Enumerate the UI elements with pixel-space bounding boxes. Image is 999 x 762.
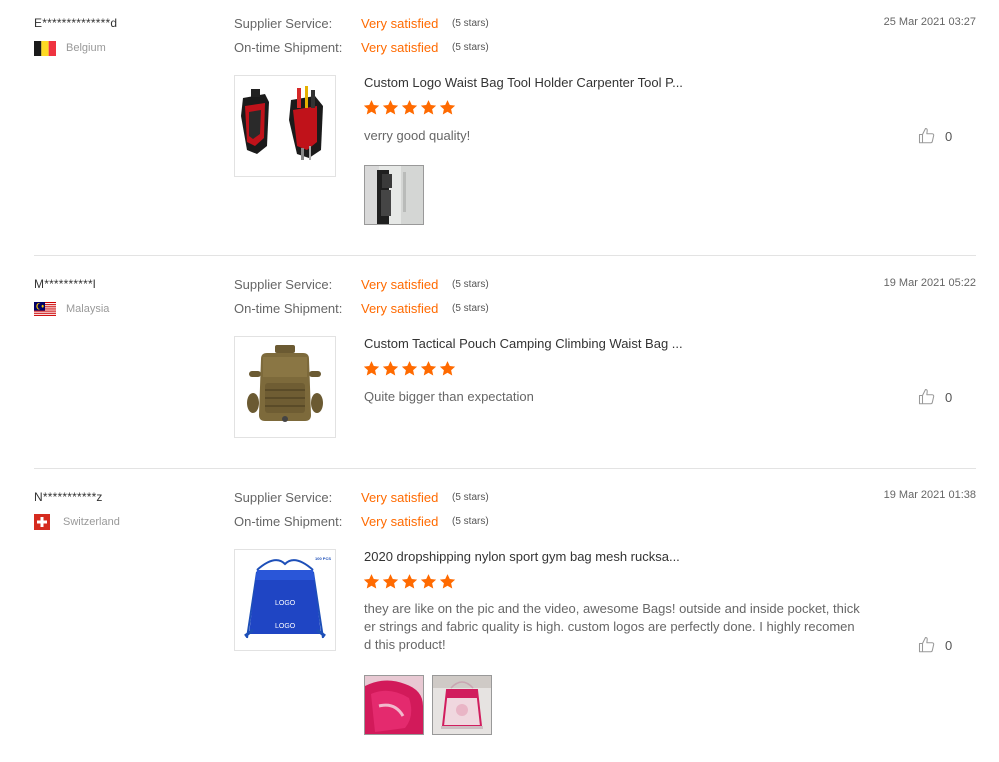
review-item: E**************d Belgium Supplier Servic… [0, 0, 999, 255]
review-photo[interactable] [364, 675, 424, 735]
rating-stars [363, 573, 456, 590]
star-icon [401, 361, 418, 376]
supplier-service-value: Very satisfied [361, 276, 439, 292]
shipment-stars: (5 stars) [452, 41, 489, 53]
star-icon [382, 361, 399, 376]
product-logo-text: LOGO [275, 623, 296, 630]
supplier-service-rating: Supplier Service: Very satisfied (5 star… [234, 276, 489, 292]
product-thumbnail[interactable] [234, 336, 336, 438]
product-thumbnail[interactable] [234, 75, 336, 177]
review-date: 19 Mar 2021 05:22 [883, 277, 976, 289]
thumbs-up-icon [918, 636, 935, 653]
review-photo[interactable] [364, 165, 424, 225]
supplier-service-label: Supplier Service: [234, 15, 333, 31]
shipment-rating: On-time Shipment: Very satisfied (5 star… [234, 513, 489, 529]
supplier-service-stars: (5 stars) [452, 17, 489, 29]
shipment-value: Very satisfied [361, 513, 439, 529]
star-icon [363, 100, 380, 115]
product-title-link[interactable]: 2020 dropshipping nylon sport gym bag me… [364, 549, 680, 564]
shipment-label: On-time Shipment: [234, 513, 343, 529]
buyer-country: Belgium [34, 40, 106, 56]
supplier-service-rating: Supplier Service: Very satisfied (5 star… [234, 489, 489, 505]
shipment-value: Very satisfied [361, 300, 439, 316]
product-thumbnail[interactable]: LOGO LOGO 100 PCS [234, 549, 336, 651]
buyer-name: M**********l [34, 277, 96, 291]
shipment-label: On-time Shipment: [234, 39, 343, 55]
review-text: they are like on the pic and the video, … [364, 601, 860, 652]
review-item: N***********z Switzerland Supplier Servi… [0, 469, 999, 762]
like-button[interactable]: 0 [918, 636, 952, 654]
review-text: Quite bigger than expectation [364, 389, 534, 404]
supplier-service-value: Very satisfied [361, 15, 439, 31]
shipment-rating: On-time Shipment: Very satisfied (5 star… [234, 300, 489, 316]
shipment-rating: On-time Shipment: Very satisfied (5 star… [234, 39, 489, 55]
shipment-stars: (5 stars) [452, 515, 489, 527]
supplier-service-stars: (5 stars) [452, 491, 489, 503]
shipment-value: Very satisfied [361, 39, 439, 55]
review-date: 25 Mar 2021 03:27 [883, 16, 976, 28]
star-icon [420, 100, 437, 115]
star-icon [439, 100, 456, 115]
buyer-country: Malaysia [34, 301, 109, 317]
supplier-service-label: Supplier Service: [234, 276, 333, 292]
country-label: Switzerland [63, 516, 120, 528]
supplier-service-stars: (5 stars) [452, 278, 489, 290]
review-text: verry good quality! [364, 128, 471, 143]
like-button[interactable]: 0 [918, 127, 952, 145]
like-count: 0 [945, 389, 953, 405]
star-icon [401, 100, 418, 115]
buyer-name: N***********z [34, 490, 103, 504]
buyer-country: Switzerland [34, 514, 120, 530]
country-label: Belgium [66, 42, 106, 54]
thumbs-up-icon [918, 388, 935, 405]
like-count: 0 [945, 637, 953, 653]
switzerland-flag-icon [34, 514, 50, 530]
star-icon [439, 574, 456, 589]
star-icon [439, 361, 456, 376]
star-icon [420, 574, 437, 589]
shipment-label: On-time Shipment: [234, 300, 343, 316]
review-date: 19 Mar 2021 01:38 [883, 489, 976, 501]
like-count: 0 [945, 128, 953, 144]
star-icon [382, 574, 399, 589]
star-icon [363, 574, 380, 589]
thumbs-up-icon [918, 127, 935, 144]
supplier-service-value: Very satisfied [361, 489, 439, 505]
product-title-link[interactable]: Custom Tactical Pouch Camping Climbing W… [364, 336, 683, 351]
star-icon [401, 574, 418, 589]
rating-stars [363, 99, 456, 116]
star-icon [420, 361, 437, 376]
supplier-service-rating: Supplier Service: Very satisfied (5 star… [234, 15, 489, 31]
buyer-name: E**************d [34, 16, 118, 30]
shipment-stars: (5 stars) [452, 302, 489, 314]
belgium-flag-icon [34, 40, 56, 56]
product-badge-text: 100 PCS [315, 556, 331, 561]
supplier-service-label: Supplier Service: [234, 489, 333, 505]
review-item: M**********l Malaysia Supplier Service: … [0, 256, 999, 468]
country-label: Malaysia [66, 303, 110, 315]
star-icon [363, 361, 380, 376]
malaysia-flag-icon [34, 301, 56, 317]
product-title-link[interactable]: Custom Logo Waist Bag Tool Holder Carpen… [364, 75, 683, 90]
rating-stars [363, 360, 456, 377]
review-photo[interactable] [432, 675, 492, 735]
product-logo-text: LOGO [275, 600, 296, 607]
star-icon [382, 100, 399, 115]
like-button[interactable]: 0 [918, 388, 952, 406]
